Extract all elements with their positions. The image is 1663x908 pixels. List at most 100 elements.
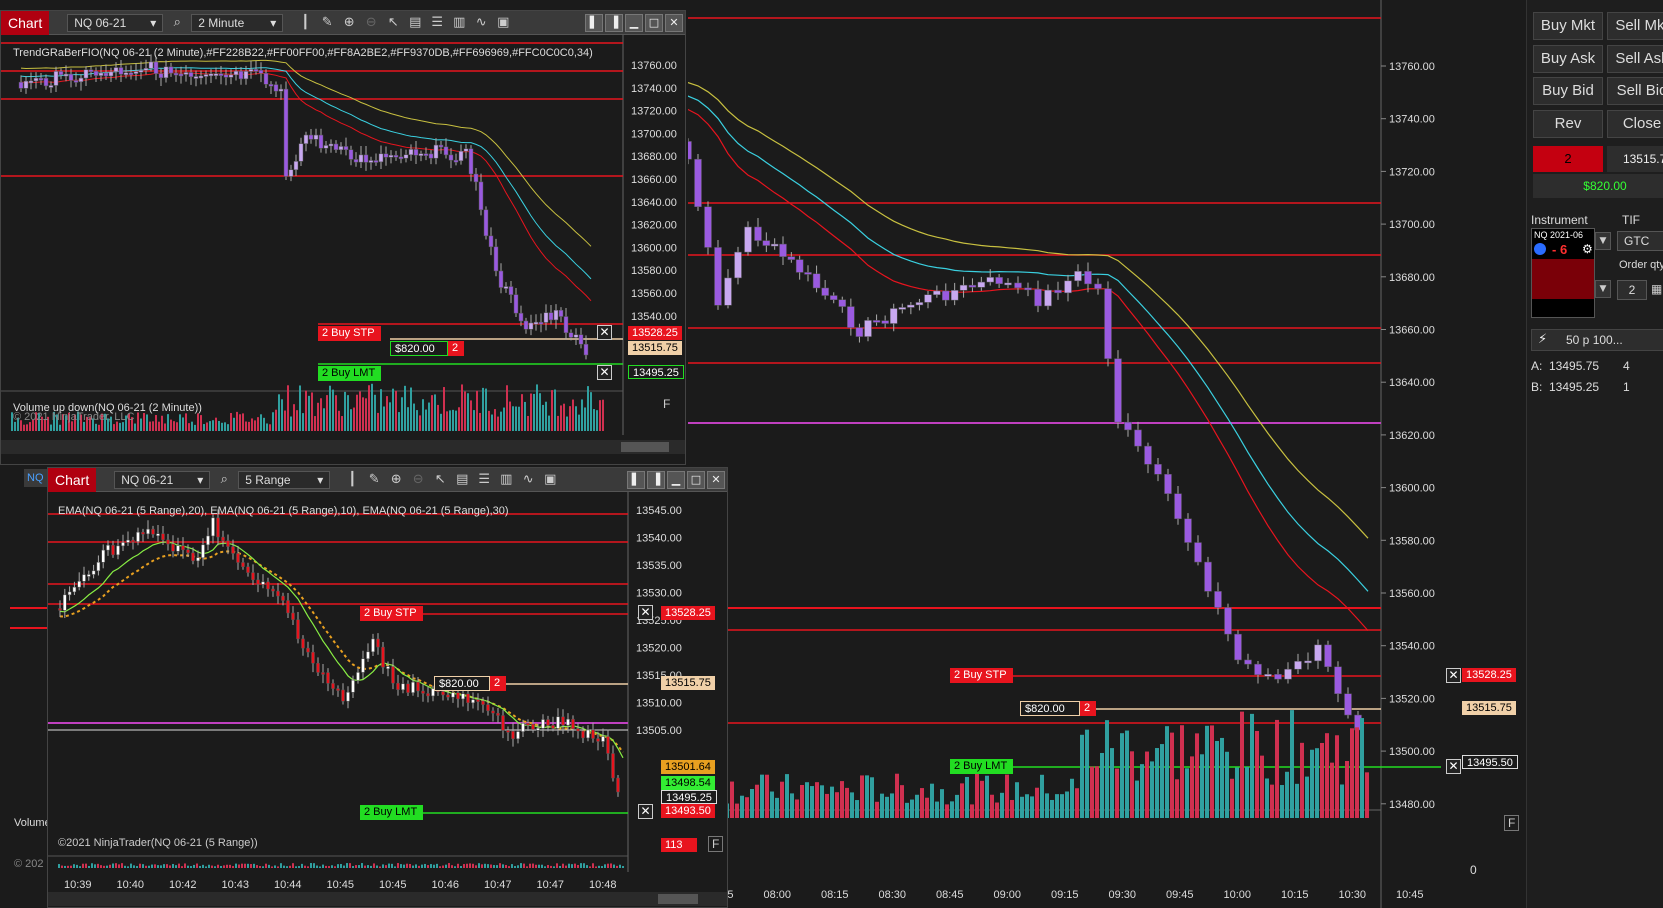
tile-left-icon[interactable]: ▌ [627,471,645,489]
close-icon[interactable]: ✕ [665,14,683,32]
chart1-interval-select[interactable]: 2 Minute ▾ [191,13,284,32]
chart1-candle [198,75,204,79]
chart1-volume-bar [167,414,169,431]
close-icon[interactable]: ✕ [707,471,725,489]
bar-type-icon[interactable]: ┃ [297,15,313,31]
chart1-f-label[interactable]: F [663,397,670,411]
chart1-candle [538,321,544,325]
buy-market-button[interactable]: Buy Mkt [1533,12,1603,40]
chart1-candle [143,68,149,71]
chart1-stp-close-icon[interactable]: ✕ [597,325,612,340]
search-icon[interactable]: ⌕ [216,472,232,488]
maximize-icon[interactable]: □ [687,471,705,489]
chart2-window[interactable]: Chart NQ 06-21 ▾ ⌕ 5 Range ▾ ┃ ✎ ⊕ ⊖ ↖ ▤ ☰… [47,467,728,908]
strategies-icon[interactable]: ∿ [520,472,536,488]
properties-icon[interactable]: ☰ [429,15,445,31]
properties-icon[interactable]: ☰ [476,472,492,488]
order-qty-input[interactable]: 2 [1617,280,1647,300]
chart1-window[interactable]: Chart NQ 06-21 ▾ ⌕ 2 Minute ▾ ┃ ✎ ⊕ ⊖ ↖ ▤ … [0,10,686,465]
bar-type-icon[interactable]: ┃ [344,472,360,488]
chart3-lmt-close-icon[interactable]: ✕ [1446,759,1461,774]
chart3-candle [787,256,796,260]
maximize-icon[interactable]: □ [645,14,663,32]
tif-select[interactable]: GTC [1617,231,1663,251]
zoom-in-icon[interactable]: ⊕ [341,15,357,31]
chart3-canvas[interactable]: 13760.00 13740.00 13720.00 13700.00 13680.00… [688,0,1526,908]
chart3-x-tick-label: 08:15 [821,889,849,901]
close-position-button[interactable]: Close [1607,110,1663,138]
zoom-out-icon[interactable]: ⊖ [363,15,379,31]
chart2-stp-close-icon[interactable]: ✕ [638,605,653,620]
sell-bid-button[interactable]: Sell Bid [1607,77,1663,105]
account-dropdown-icon[interactable]: ▼ [1595,280,1611,298]
template-icon[interactable]: ▣ [542,472,558,488]
instrument-settings-icon[interactable]: ⚙ [1582,242,1593,256]
chart3-f-label[interactable]: F [1504,815,1520,831]
chart1-volume-bar [392,388,394,431]
indicators-icon[interactable]: ▥ [498,472,514,488]
chart3-candle [1074,271,1082,282]
chart2-volume-bar [382,864,384,868]
indicators-icon[interactable]: ▥ [451,15,467,31]
chart1-volume-bar [224,422,226,431]
chart2-lmt-close-icon[interactable]: ✕ [638,804,653,819]
chart2-volume-bar [259,865,261,868]
chart2-volume-bar [388,863,390,868]
chart2-candle [281,595,285,601]
chart1-candle [223,74,229,78]
chart2-buy-lmt-tag[interactable]: 2 Buy LMT [360,805,424,820]
chart2-volume-bar [136,866,138,868]
chart2-buy-stp-tag[interactable]: 2 Buy STP [360,606,423,621]
chart3-x-tick-label: 09:30 [1109,889,1137,901]
buy-ask-button[interactable]: Buy Ask [1533,45,1603,73]
chart2-candle [241,562,245,567]
tile-left-icon[interactable]: ▌ [585,14,603,32]
chart3-buy-stp-tag[interactable]: 2 Buy STP [950,668,1013,683]
pencil-icon[interactable]: ✎ [366,472,382,488]
chart1-volume-bar [161,415,163,431]
chart3-panel[interactable]: 13760.00 13740.00 13720.00 13700.00 13680.00… [688,0,1526,908]
data-box-icon[interactable]: ▤ [454,472,470,488]
chart2-volume-bar [307,866,309,868]
chart3-stp-close-icon[interactable]: ✕ [1446,668,1461,683]
minimize-icon[interactable]: ▁ [625,14,643,32]
chart2-volume-bar [79,866,81,868]
pencil-icon[interactable]: ✎ [319,15,335,31]
instrument-color-bar [1532,259,1594,299]
chart3-volume-bar [1320,742,1324,818]
chart1-canvas[interactable]: 13760.00 13740.00 13720.00 13700.00 13680.00… [1,35,685,465]
zoom-in-icon[interactable]: ⊕ [388,472,404,488]
chart2-f-label[interactable]: F [708,836,724,852]
buy-bid-button[interactable]: Buy Bid [1533,77,1603,105]
template-icon[interactable]: ▣ [495,15,511,31]
chart2-behind-tab[interactable]: NQ [24,469,48,487]
chart3-buy-lmt-tag[interactable]: 2 Buy LMT [950,759,1014,774]
instrument-selector[interactable]: NQ 2021-06 - 6 ⚙ [1531,228,1595,318]
chart1-volume-bar [239,414,241,431]
chart2-y-tick-label: 13505.00 [636,725,682,737]
qty-grid-icon[interactable]: ▦ [1651,282,1662,296]
sell-ask-button[interactable]: Sell Ask [1607,45,1663,73]
zoom-out-icon[interactable]: ⊖ [410,472,426,488]
chart2-instrument-select[interactable]: NQ 06-21 ▾ [114,470,211,489]
sell-market-button[interactable]: Sell Mkt [1607,12,1663,40]
search-icon[interactable]: ⌕ [169,15,185,31]
chart2-volume-bar [298,866,300,868]
instrument-dropdown-icon[interactable]: ▼ [1595,232,1611,250]
minimize-icon[interactable]: ▁ [667,471,685,489]
chart1-buy-lmt-tag[interactable]: 2 Buy LMT [318,366,382,381]
reverse-button[interactable]: Rev [1533,110,1603,138]
tile-right-icon[interactable]: ▐ [647,471,665,489]
strategy-row[interactable]: ⚡ 50 p 100... [1531,329,1663,351]
chart1-lmt-close-icon[interactable]: ✕ [597,365,612,380]
chart1-instrument-select[interactable]: NQ 06-21 ▾ [67,13,164,32]
chart2-interval-select[interactable]: 5 Range ▾ [238,470,331,489]
strategies-icon[interactable]: ∿ [473,15,489,31]
data-box-icon[interactable]: ▤ [407,15,423,31]
pointer-icon[interactable]: ↖ [432,472,448,488]
pointer-icon[interactable]: ↖ [385,15,401,31]
chart1-buy-stp-tag[interactable]: 2 Buy STP [318,326,381,341]
chart2-volume-bar [526,866,528,868]
chart1-volume-bar [518,406,520,431]
tile-right-icon[interactable]: ▐ [605,14,623,32]
